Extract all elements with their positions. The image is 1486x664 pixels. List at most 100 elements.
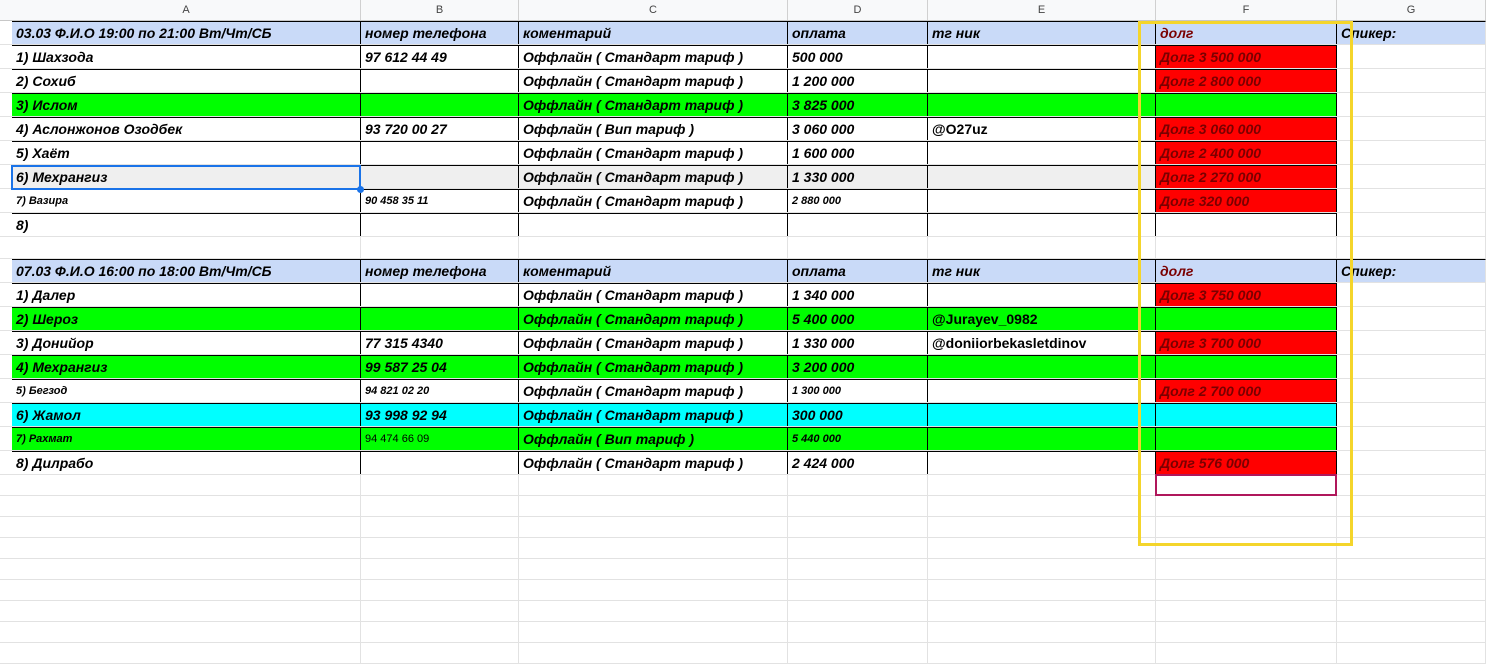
cell-g[interactable]: Спикер: <box>1337 259 1486 282</box>
cell-e[interactable] <box>928 451 1156 474</box>
cell-a[interactable]: 3) Донийор <box>12 331 361 354</box>
empty-cell[interactable] <box>1156 517 1337 537</box>
cell-g[interactable] <box>1337 331 1486 354</box>
empty-cell[interactable] <box>12 237 361 258</box>
empty-cell[interactable] <box>928 237 1156 258</box>
empty-cell[interactable] <box>519 237 788 258</box>
cell-f[interactable]: Долг 2 800 000 <box>1156 69 1337 92</box>
empty-cell[interactable] <box>928 559 1156 579</box>
cell-f[interactable]: Долг 3 500 000 <box>1156 45 1337 68</box>
cell-a[interactable]: 7) Рахмат <box>12 427 361 450</box>
cell-f[interactable]: Долг 320 000 <box>1156 189 1337 212</box>
cell-g[interactable] <box>1337 69 1486 92</box>
empty-cell[interactable] <box>1156 237 1337 258</box>
cell-c[interactable]: Оффлайн ( Стандарт тариф ) <box>519 307 788 330</box>
empty-cell[interactable] <box>1337 622 1486 642</box>
empty-cell[interactable] <box>788 475 928 495</box>
cell-b[interactable]: 94 821 02 20 <box>361 379 519 402</box>
cell-c[interactable]: Оффлайн ( Стандарт тариф ) <box>519 451 788 474</box>
cell-d[interactable]: 5 400 000 <box>788 307 928 330</box>
cell-d[interactable]: 3 200 000 <box>788 355 928 378</box>
empty-cell[interactable] <box>12 496 361 516</box>
empty-cell[interactable] <box>1337 517 1486 537</box>
cell-a[interactable]: 5) Бегзод <box>12 379 361 402</box>
cell-b[interactable]: 90 458 35 11 <box>361 189 519 212</box>
cell-f[interactable]: долг <box>1156 259 1337 282</box>
cell-g[interactable] <box>1337 165 1486 188</box>
empty-cell[interactable] <box>788 643 928 663</box>
cell-c[interactable]: Оффлайн ( Стандарт тариф ) <box>519 403 788 426</box>
cell-g[interactable] <box>1337 45 1486 68</box>
cell-a[interactable]: 4) Аслонжонов Озодбек <box>12 117 361 140</box>
empty-cell[interactable] <box>361 475 519 495</box>
cell-c[interactable]: Оффлайн ( Стандарт тариф ) <box>519 69 788 92</box>
cell-c[interactable]: Оффлайн ( Стандарт тариф ) <box>519 165 788 188</box>
empty-cell[interactable] <box>1337 559 1486 579</box>
cell-e[interactable]: @Jurayev_0982 <box>928 307 1156 330</box>
empty-cell[interactable] <box>788 559 928 579</box>
empty-cell[interactable] <box>519 601 788 621</box>
empty-cell[interactable] <box>788 237 928 258</box>
cell-d[interactable]: 1 330 000 <box>788 165 928 188</box>
cell-b[interactable] <box>361 165 519 188</box>
empty-cell[interactable] <box>928 517 1156 537</box>
cell-a[interactable]: 03.03 Ф.И.О 19:00 по 21:00 Вт/Чт/СБ <box>12 21 361 44</box>
cell-a[interactable]: 07.03 Ф.И.О 16:00 по 18:00 Вт/Чт/СБ <box>12 259 361 282</box>
empty-cell[interactable] <box>12 538 361 558</box>
empty-cell[interactable] <box>788 517 928 537</box>
cell-d[interactable]: оплата <box>788 259 928 282</box>
empty-cell[interactable] <box>788 622 928 642</box>
empty-cell[interactable] <box>1337 475 1486 495</box>
empty-cell[interactable] <box>1156 538 1337 558</box>
empty-cell[interactable] <box>1337 538 1486 558</box>
cell-d[interactable]: 3 060 000 <box>788 117 928 140</box>
cell-e[interactable] <box>928 165 1156 188</box>
cell-f[interactable] <box>1156 355 1337 378</box>
cell-d[interactable]: 1 600 000 <box>788 141 928 164</box>
cell-e[interactable] <box>928 403 1156 426</box>
cell-c[interactable]: Оффлайн ( Стандарт тариф ) <box>519 379 788 402</box>
cell-e[interactable] <box>928 93 1156 116</box>
empty-cell[interactable] <box>12 580 361 600</box>
empty-cell[interactable] <box>928 643 1156 663</box>
empty-cell[interactable] <box>788 601 928 621</box>
empty-cell[interactable] <box>1156 601 1337 621</box>
cell-f[interactable]: Долг 3 700 000 <box>1156 331 1337 354</box>
cell-a[interactable]: 8) <box>12 213 361 236</box>
cell-e[interactable] <box>928 189 1156 212</box>
cell-b[interactable]: 93 720 00 27 <box>361 117 519 140</box>
cell-a[interactable]: 4) Мехрангиз <box>12 355 361 378</box>
empty-cell[interactable] <box>1156 475 1337 495</box>
cell-c[interactable]: коментарий <box>519 21 788 44</box>
cell-d[interactable] <box>788 213 928 236</box>
empty-cell[interactable] <box>1337 237 1486 258</box>
empty-cell[interactable] <box>12 622 361 642</box>
empty-cell[interactable] <box>519 475 788 495</box>
cell-a[interactable]: 6) Мехрангиз <box>12 165 361 188</box>
cell-b[interactable] <box>361 283 519 306</box>
cell-f[interactable]: Долг 3 750 000 <box>1156 283 1337 306</box>
cell-b[interactable]: номер телефона <box>361 21 519 44</box>
empty-cell[interactable] <box>788 580 928 600</box>
cell-a[interactable]: 2) Сохиб <box>12 69 361 92</box>
cell-c[interactable]: коментарий <box>519 259 788 282</box>
cell-a[interactable]: 7) Вазира <box>12 189 361 212</box>
cell-d[interactable]: 500 000 <box>788 45 928 68</box>
cell-b[interactable] <box>361 213 519 236</box>
column-header-d[interactable]: D <box>788 0 928 20</box>
cell-e[interactable] <box>928 427 1156 450</box>
cell-d[interactable]: 1 200 000 <box>788 69 928 92</box>
cell-g[interactable] <box>1337 355 1486 378</box>
cell-d[interactable]: 1 300 000 <box>788 379 928 402</box>
empty-cell[interactable] <box>788 538 928 558</box>
cell-g[interactable] <box>1337 283 1486 306</box>
cell-f[interactable]: Долг 576 000 <box>1156 451 1337 474</box>
empty-cell[interactable] <box>519 622 788 642</box>
cell-d[interactable]: 2 424 000 <box>788 451 928 474</box>
cell-c[interactable]: Оффлайн ( Стандарт тариф ) <box>519 355 788 378</box>
empty-cell[interactable] <box>1156 622 1337 642</box>
cell-a[interactable]: 8) Дилрабо <box>12 451 361 474</box>
empty-cell[interactable] <box>1337 643 1486 663</box>
empty-cell[interactable] <box>1337 580 1486 600</box>
cell-a[interactable]: 1) Далер <box>12 283 361 306</box>
